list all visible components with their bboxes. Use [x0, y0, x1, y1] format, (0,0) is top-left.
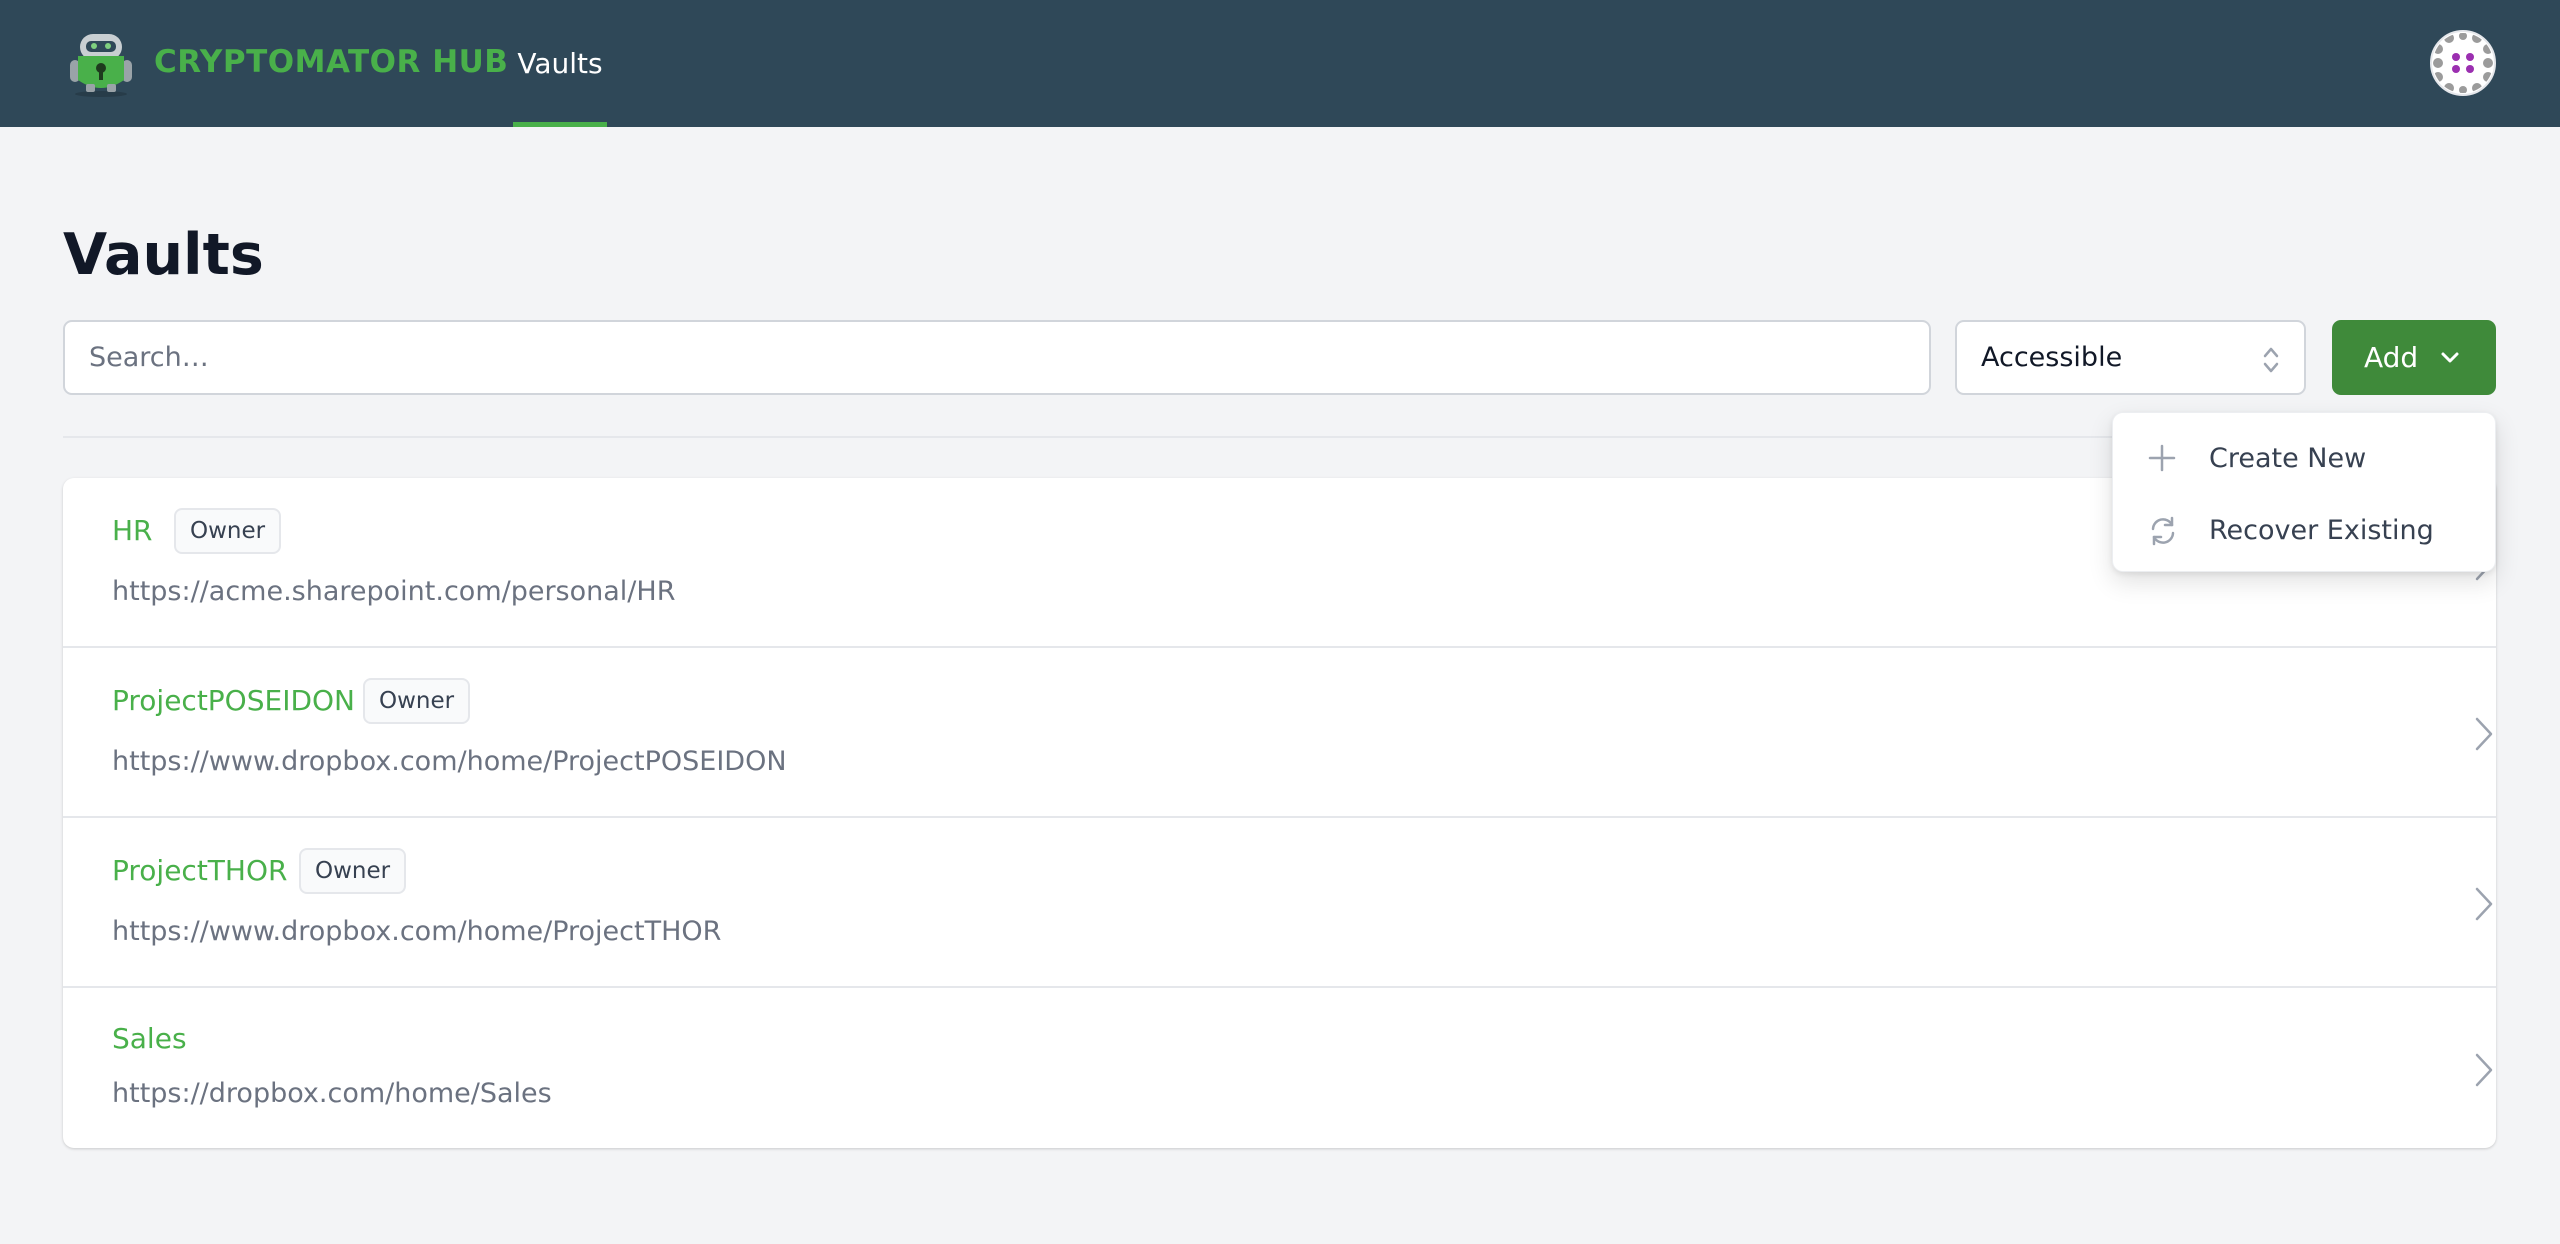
- vault-name[interactable]: Sales: [112, 1022, 187, 1055]
- vault-row-sales[interactable]: Sales https://dropbox.com/home/Sales: [63, 988, 2496, 1148]
- vault-url: https://www.dropbox.com/home/ProjectTHOR: [112, 916, 722, 947]
- vault-url: https://dropbox.com/home/Sales: [112, 1078, 552, 1109]
- vault-list: HR Owner https://acme.sharepoint.com/per…: [63, 478, 2496, 1148]
- add-button-label: Add: [2364, 341, 2419, 374]
- search-input[interactable]: [63, 320, 1931, 395]
- owner-badge: Owner: [174, 508, 282, 554]
- top-navbar: CRYPTOMATOR HUB Vaults: [0, 0, 2560, 127]
- vault-name[interactable]: HR: [112, 514, 153, 547]
- add-button[interactable]: Add: [2332, 320, 2496, 395]
- vault-url: https://acme.sharepoint.com/personal/HR: [112, 576, 676, 607]
- menu-item-label: Create New: [2209, 443, 2367, 474]
- filter-select[interactable]: Accessible: [1955, 320, 2306, 395]
- filter-select-value: Accessible: [1981, 342, 2123, 373]
- vault-row-projectposeidon[interactable]: ProjectPOSEIDON Owner https://www.dropbo…: [63, 648, 2496, 818]
- cryptomator-logo-icon[interactable]: [64, 30, 138, 98]
- chevron-right-icon: [2475, 717, 2493, 751]
- vault-name[interactable]: ProjectPOSEIDON: [112, 684, 355, 717]
- vault-row-projectthor[interactable]: ProjectTHOR Owner https://www.dropbox.co…: [63, 818, 2496, 988]
- menu-item-create-new[interactable]: Create New: [2113, 423, 2497, 493]
- page-title: Vaults: [63, 222, 264, 288]
- nav-tab-vaults[interactable]: Vaults: [513, 0, 607, 127]
- plus-icon: [2148, 444, 2176, 472]
- chevron-right-icon: [2475, 887, 2493, 921]
- vault-url: https://www.dropbox.com/home/ProjectPOSE…: [112, 746, 787, 777]
- owner-badge: Owner: [363, 678, 471, 724]
- nav-tab-label: Vaults: [517, 47, 603, 80]
- add-dropdown-menu: Create New Recover Existing: [2112, 412, 2496, 572]
- refresh-icon: [2151, 516, 2175, 546]
- owner-badge: Owner: [299, 848, 407, 894]
- brand-name[interactable]: CRYPTOMATOR HUB: [154, 44, 508, 80]
- chevron-down-icon: [2441, 352, 2459, 363]
- menu-item-recover-existing[interactable]: Recover Existing: [2113, 495, 2497, 565]
- vault-name[interactable]: ProjectTHOR: [112, 854, 287, 887]
- chevron-right-icon: [2475, 1053, 2493, 1087]
- menu-item-label: Recover Existing: [2209, 515, 2434, 546]
- select-updown-icon: [2263, 347, 2279, 373]
- active-tab-indicator: [513, 122, 607, 127]
- user-avatar[interactable]: [2430, 30, 2496, 96]
- identicon-avatar-icon: [2433, 33, 2493, 93]
